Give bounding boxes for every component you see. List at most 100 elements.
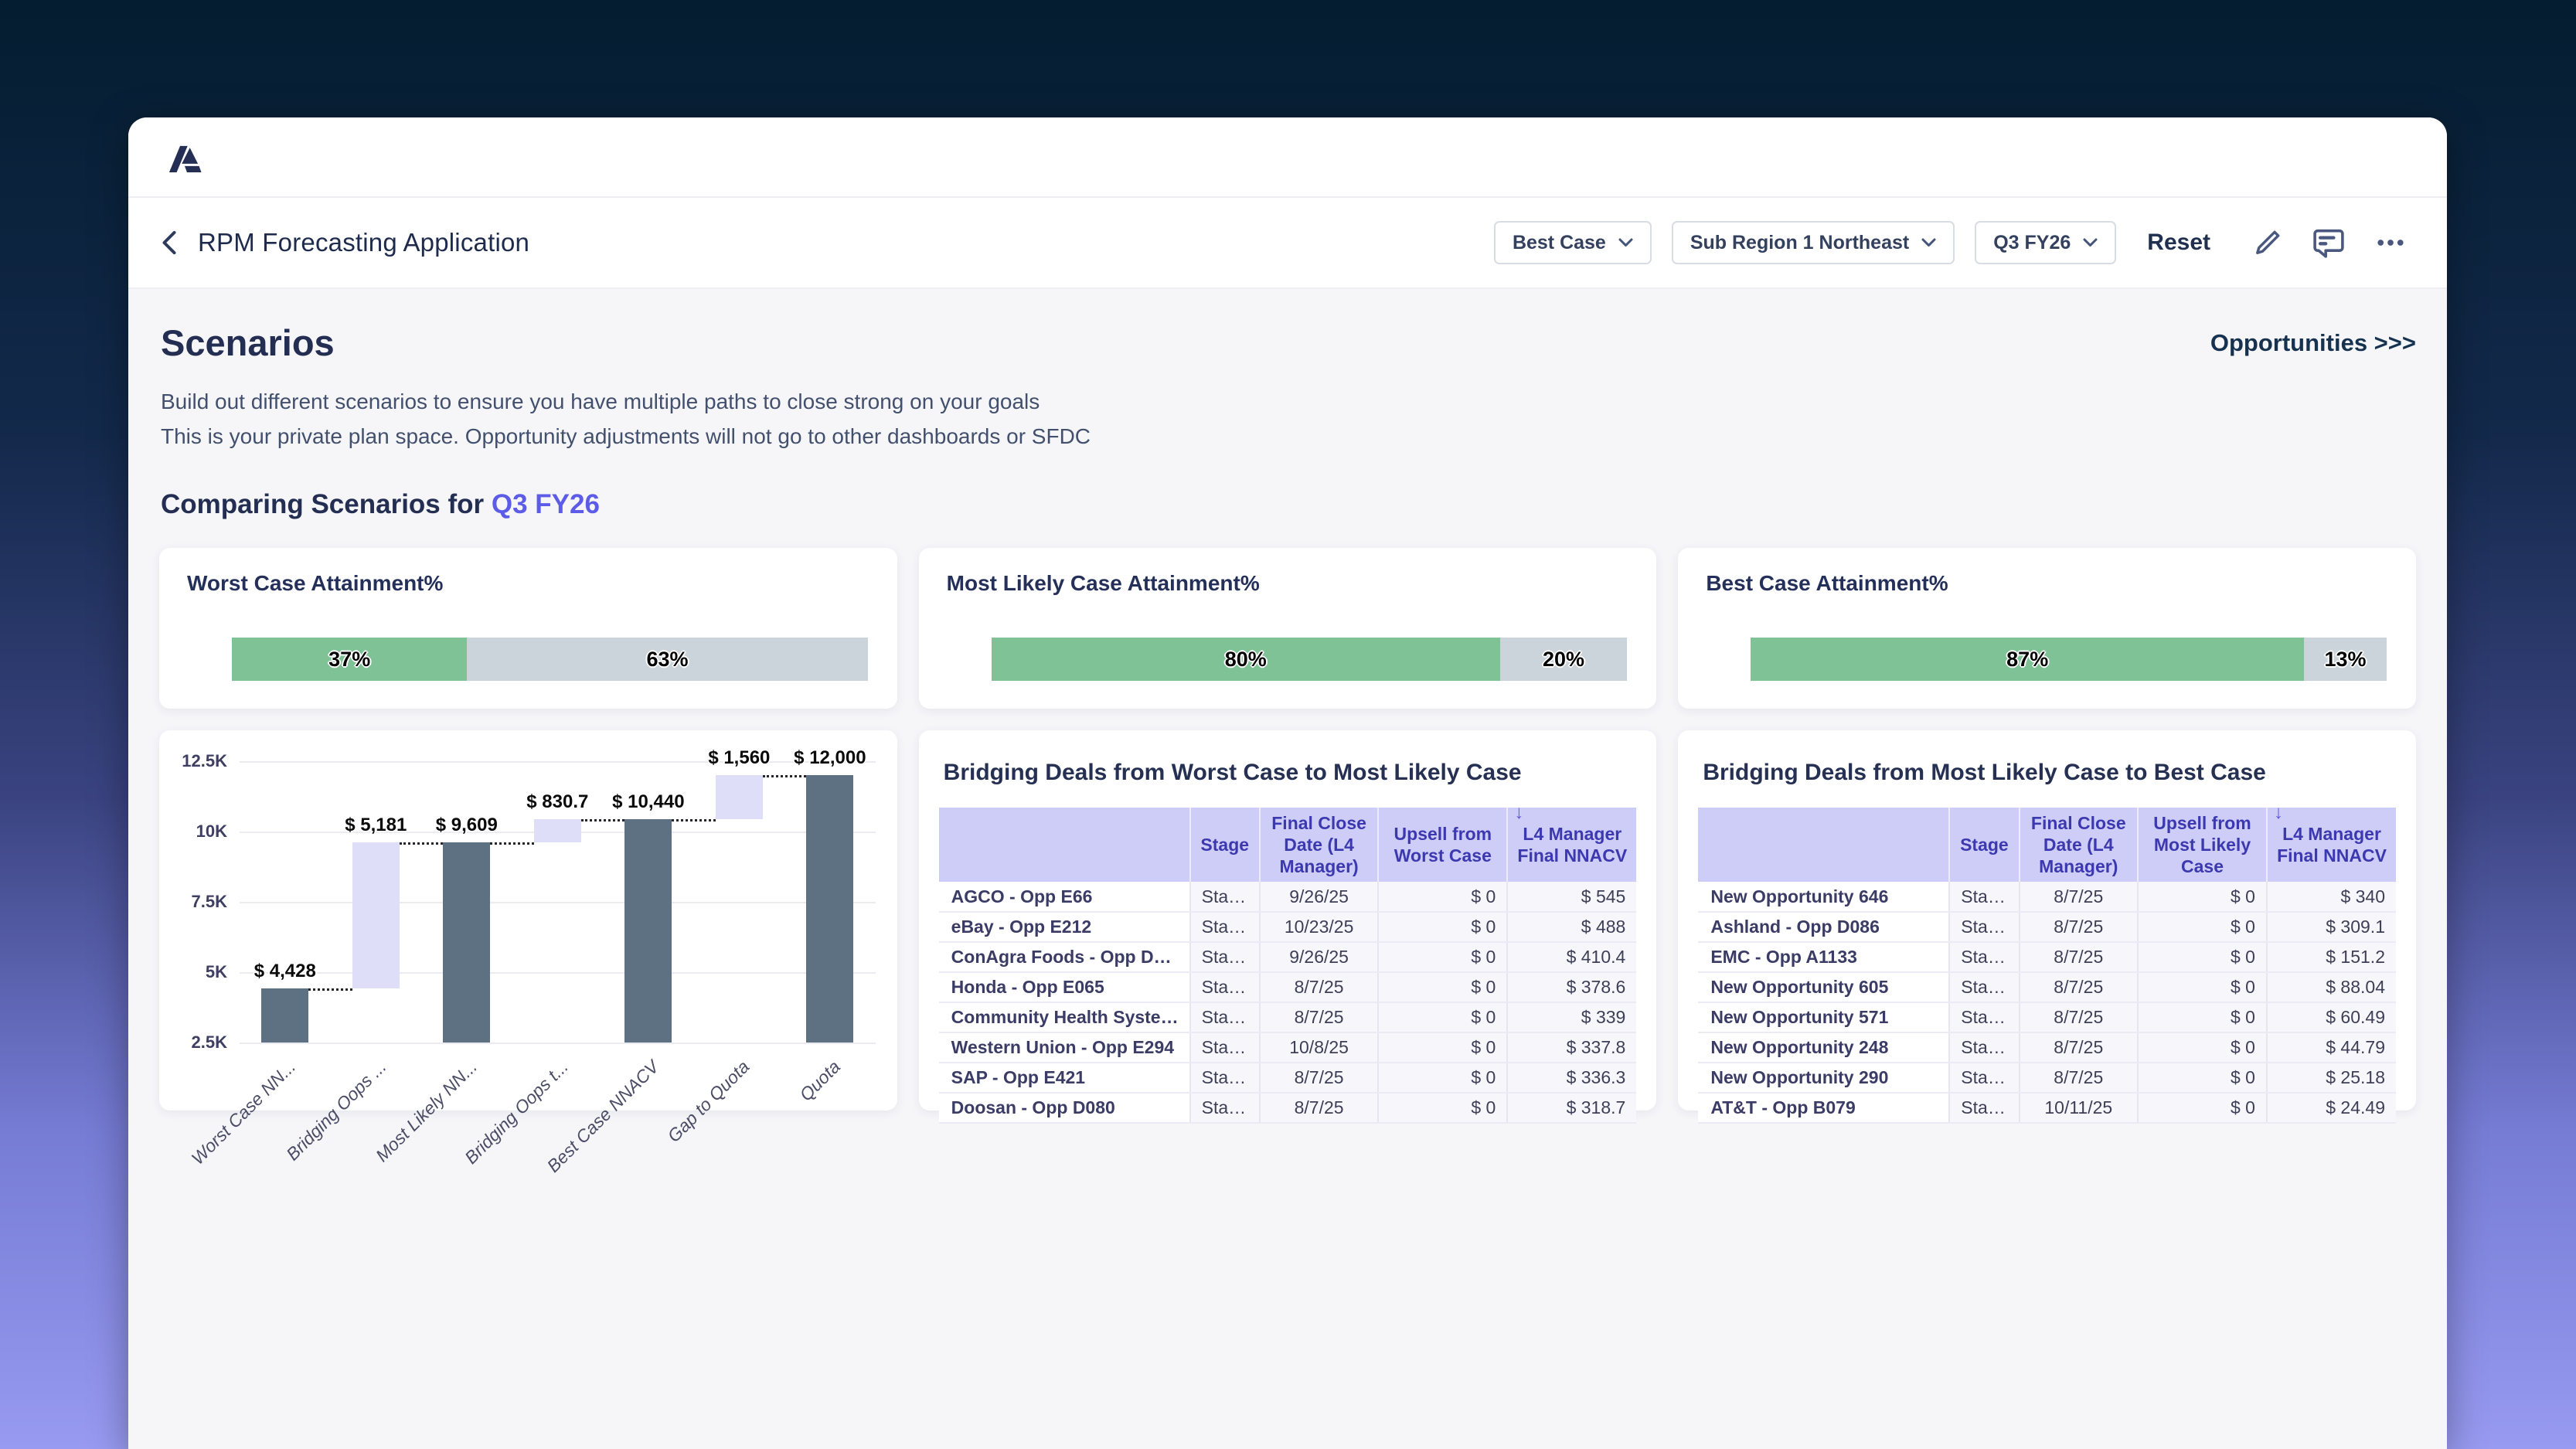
waterfall-connector	[763, 775, 806, 777]
deal-name-cell: New Opportunity 646	[1698, 882, 1949, 912]
more-options-button[interactable]	[2370, 222, 2411, 264]
filter-label: Best Case	[1513, 232, 1606, 254]
title-bar: RPM Forecasting Application Best CaseSub…	[128, 198, 2447, 289]
table-row[interactable]: SAP - Opp E421Stage 38/7/25$ 0$ 336.3	[939, 1063, 1637, 1093]
table-cell: Stage 2	[1949, 1063, 2019, 1093]
comparing-period: Q3 FY26	[492, 489, 600, 519]
table-cell: 8/7/25	[1260, 1002, 1378, 1032]
table-cell: Stage 4	[1190, 1002, 1260, 1032]
chart-gridline	[240, 972, 876, 974]
opportunities-link[interactable]: Opportunities >>>	[2210, 329, 2416, 357]
table-cell: 8/7/25	[2020, 882, 2138, 912]
attainment-bar: 37%63%	[232, 638, 868, 681]
sort-descending-icon: ↓	[1514, 802, 1523, 824]
column-header-1[interactable]: Stage	[1949, 808, 2019, 882]
waterfall-bar-delta	[716, 775, 763, 819]
table-row[interactable]: Honda - Opp E065Stage 48/7/25$ 0$ 378.6	[939, 972, 1637, 1002]
table-cell: 10/23/25	[1260, 912, 1378, 942]
filter-dropdown-q3-fy26[interactable]: Q3 FY26	[1975, 221, 2116, 264]
column-header-4[interactable]: L4 Manager Final NNACV↓	[1507, 808, 1636, 882]
y-axis-tick: 5K	[206, 962, 227, 982]
attainment-card-title: Worst Case Attainment%	[187, 571, 869, 596]
table-cell: $ 25.18	[2267, 1063, 2396, 1093]
edit-button[interactable]	[2248, 223, 2288, 263]
waterfall-bar-delta	[352, 842, 400, 988]
waterfall-connector	[308, 988, 352, 991]
attainment-card-row: Worst Case Attainment% 37%63% Most Likely …	[159, 548, 2416, 709]
filter-dropdown-best-case[interactable]: Best Case	[1494, 221, 1652, 264]
table-cell: $ 336.3	[1507, 1063, 1636, 1093]
chevron-down-icon	[1921, 238, 1936, 247]
table-cell: $ 44.79	[2267, 1032, 2396, 1063]
table-row[interactable]: New Opportunity 290Stage 28/7/25$ 0$ 25.…	[1698, 1063, 2396, 1093]
table-row[interactable]: eBay - Opp E212Stage 310/23/25$ 0$ 488	[939, 912, 1637, 942]
deal-name-cell: EMC - Opp A1133	[1698, 942, 1949, 972]
table-cell: $ 0	[2138, 1093, 2267, 1123]
table-cell: 8/7/25	[2020, 1063, 2138, 1093]
table-cell: $ 60.49	[2267, 1002, 2396, 1032]
table-cell: 8/7/25	[2020, 942, 2138, 972]
table-title: Bridging Deals from Most Likely Case to …	[1703, 760, 2396, 786]
table-cell: $ 0	[1378, 1093, 1507, 1123]
table-row[interactable]: Doosan - Opp D080Stage 48/7/25$ 0$ 318.7	[939, 1093, 1637, 1123]
bar-value-label: $ 830.7	[526, 791, 588, 813]
reset-button[interactable]: Reset	[2147, 230, 2210, 256]
deal-name-cell: New Opportunity 248	[1698, 1032, 1949, 1063]
filter-label: Sub Region 1 Northeast	[1690, 232, 1909, 254]
x-axis-label: Worst Case NN...	[187, 1056, 300, 1169]
table-cell: Stage 3	[1190, 942, 1260, 972]
table-row[interactable]: EMC - Opp A1133Stage 18/7/25$ 0$ 151.2	[1698, 942, 2396, 972]
comment-button[interactable]	[2308, 222, 2350, 264]
table-cell: 8/7/25	[2020, 972, 2138, 1002]
table-row[interactable]: Western Union - Opp E294Stage 310/8/25$ …	[939, 1032, 1637, 1063]
filter-dropdown-sub-region-1-northeast[interactable]: Sub Region 1 Northeast	[1672, 221, 1955, 264]
table-row[interactable]: AGCO - Opp E66Stage 39/26/25$ 0$ 545	[939, 882, 1637, 912]
table-cell: $ 378.6	[1507, 972, 1636, 1002]
attainment-bar: 80%20%	[992, 638, 1628, 681]
table-cell: Stage 1	[1949, 1093, 2019, 1123]
column-header-1[interactable]: Stage	[1190, 808, 1260, 882]
column-header-label: Upsell from Worst Case	[1385, 823, 1500, 866]
column-header-label: Final Close Date (L4 Manager)	[1267, 812, 1371, 877]
table-row[interactable]: ConAgra Foods - Opp D1374Stage 39/26/25$…	[939, 942, 1637, 972]
table-row[interactable]: New Opportunity 571Stage 28/7/25$ 0$ 60.…	[1698, 1002, 2396, 1032]
table-row[interactable]: New Opportunity 605Stage 28/7/25$ 0$ 88.…	[1698, 972, 2396, 1002]
attainment-card-title: Most Likely Case Attainment%	[947, 571, 1629, 596]
column-header-2[interactable]: Final Close Date (L4 Manager)	[1260, 808, 1378, 882]
table-row[interactable]: Ashland - Opp D086Stage 28/7/25$ 0$ 309.…	[1698, 912, 2396, 942]
table-cell: $ 0	[1378, 942, 1507, 972]
deal-name-cell: AGCO - Opp E66	[939, 882, 1190, 912]
table-cell: $ 24.49	[2267, 1093, 2396, 1123]
column-header-0[interactable]	[939, 808, 1190, 882]
table-row[interactable]: New Opportunity 646Stage 28/7/25$ 0$ 340	[1698, 882, 2396, 912]
table-title: Bridging Deals from Worst Case to Most L…	[944, 760, 1637, 786]
pencil-icon	[2251, 226, 2285, 260]
column-header-4[interactable]: L4 Manager Final NNACV↓	[2267, 808, 2396, 882]
column-header-2[interactable]: Final Close Date (L4 Manager)	[2020, 808, 2138, 882]
column-header-3[interactable]: Upsell from Worst Case	[1378, 808, 1507, 882]
table-cell: 10/8/25	[1260, 1032, 1378, 1063]
table-row[interactable]: Community Health Systems - ...Stage 48/7…	[939, 1002, 1637, 1032]
column-header-label: Stage	[1200, 834, 1249, 855]
column-header-label: L4 Manager Final NNACV↓	[1514, 823, 1630, 866]
anaplan-logo-icon	[162, 139, 202, 175]
table-cell: 8/7/25	[1260, 1063, 1378, 1093]
table-row[interactable]: New Opportunity 248Stage 28/7/25$ 0$ 44.…	[1698, 1032, 2396, 1063]
chevron-down-icon	[2083, 238, 2098, 247]
deal-name-cell: Ashland - Opp D086	[1698, 912, 1949, 942]
table-cell: $ 0	[2138, 912, 2267, 942]
table-cell: $ 151.2	[2267, 942, 2396, 972]
waterfall-bar-delta	[534, 819, 581, 842]
ellipsis-icon	[2373, 225, 2408, 260]
table-cell: 8/7/25	[2020, 912, 2138, 942]
table-row[interactable]: AT&T - Opp B079Stage 110/11/25$ 0$ 24.49	[1698, 1093, 2396, 1123]
back-chevron-icon	[159, 230, 179, 256]
section-description-2: This is your private plan space. Opportu…	[161, 419, 1091, 454]
table-cell: Stage 4	[1190, 1093, 1260, 1123]
table-cell: $ 0	[1378, 972, 1507, 1002]
column-header-0[interactable]	[1698, 808, 1949, 882]
back-button[interactable]	[159, 230, 179, 256]
column-header-3[interactable]: Upsell from Most Likely Case	[2138, 808, 2267, 882]
table-cell: $ 0	[2138, 942, 2267, 972]
logo-bar	[128, 117, 2447, 198]
